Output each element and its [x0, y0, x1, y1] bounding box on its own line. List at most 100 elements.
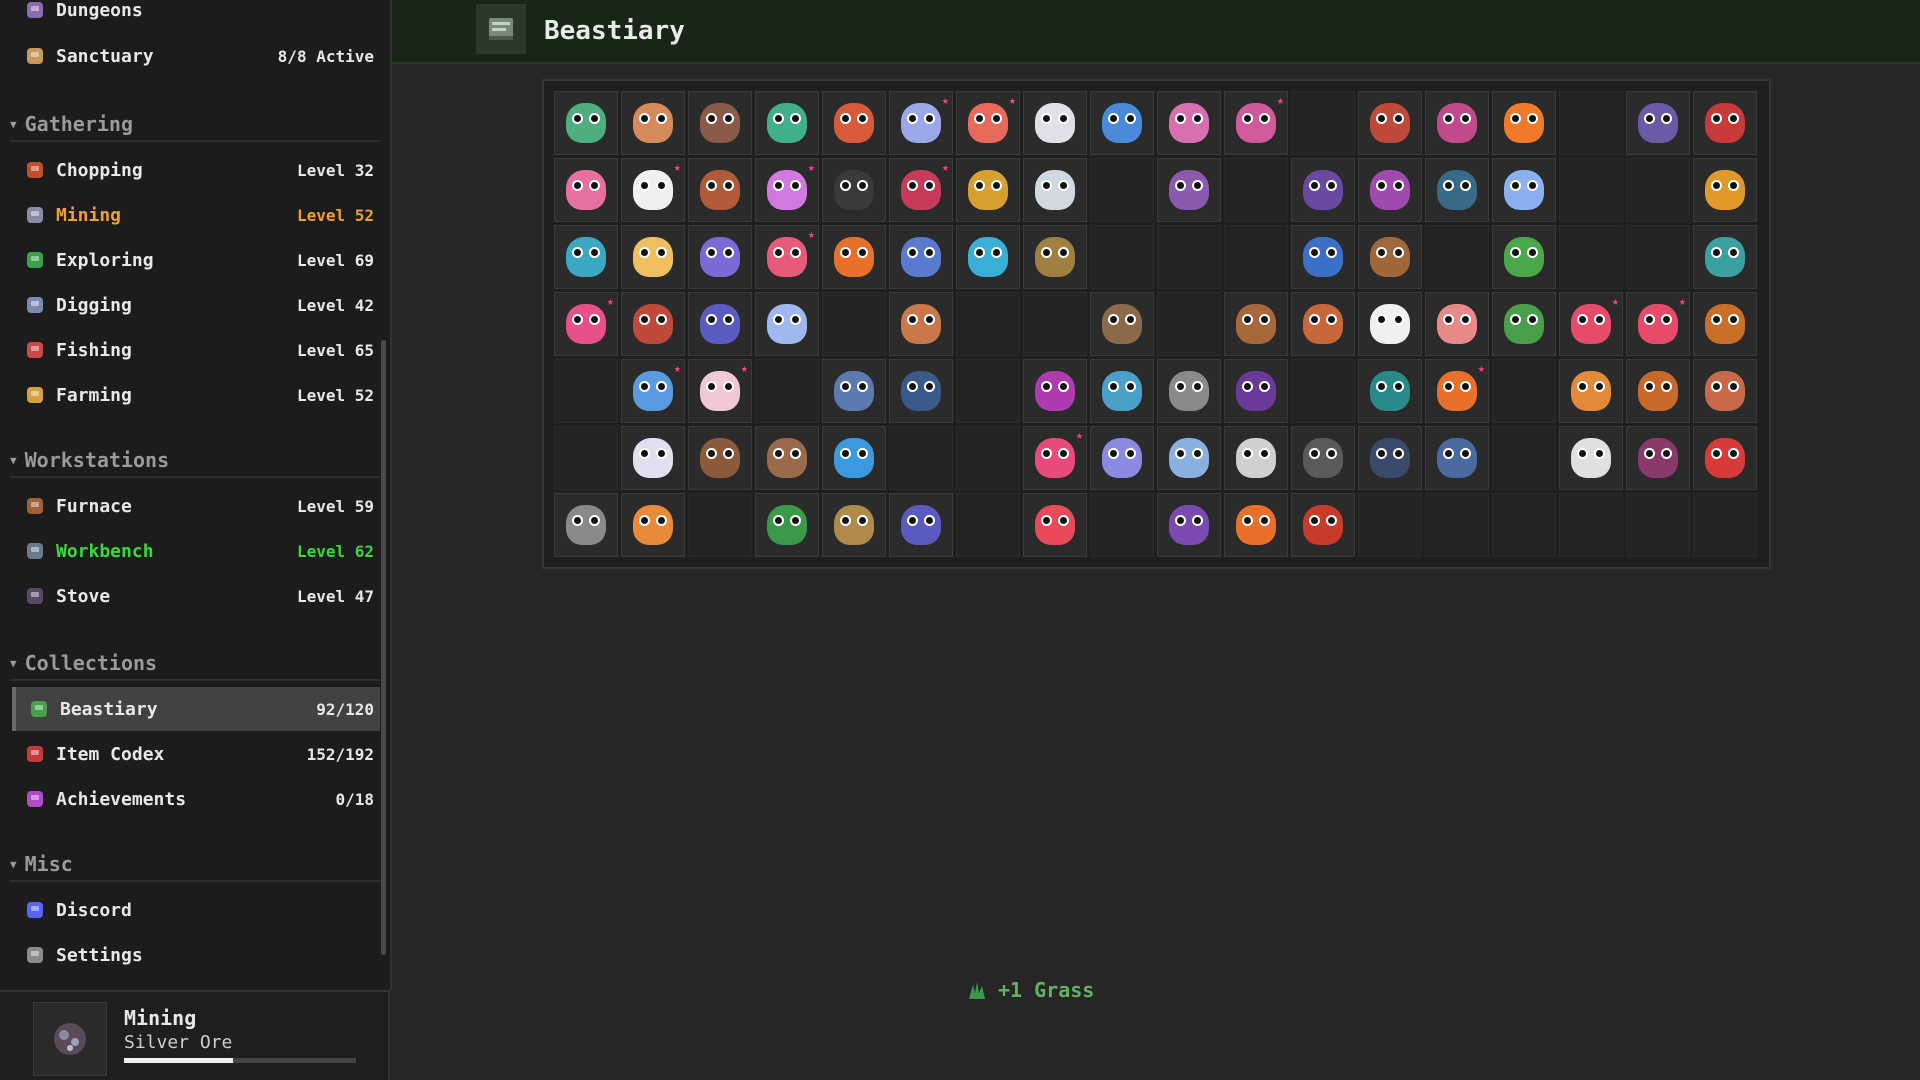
- beast-card[interactable]: [1358, 158, 1422, 222]
- beast-card[interactable]: [1693, 91, 1757, 155]
- beast-card-locked[interactable]: [1559, 158, 1623, 222]
- sidebar-item-achievements[interactable]: Achievements 0/18: [12, 777, 380, 821]
- beast-card-locked[interactable]: [956, 493, 1020, 557]
- beast-card-locked[interactable]: [1425, 225, 1489, 289]
- beast-card[interactable]: [889, 359, 953, 423]
- beast-card[interactable]: [1693, 359, 1757, 423]
- beast-card-locked[interactable]: [1626, 493, 1690, 557]
- beast-card[interactable]: [1626, 359, 1690, 423]
- beast-card[interactable]: [688, 292, 752, 356]
- beast-card[interactable]: [1358, 426, 1422, 490]
- section-header-workstations[interactable]: ▼ Workstations: [10, 444, 380, 478]
- beast-card[interactable]: [1291, 426, 1355, 490]
- beast-card[interactable]: ★: [1626, 292, 1690, 356]
- beast-card-locked[interactable]: [956, 292, 1020, 356]
- beast-card[interactable]: [1090, 292, 1154, 356]
- beast-card[interactable]: [1224, 493, 1288, 557]
- beast-card[interactable]: [1693, 158, 1757, 222]
- beast-card[interactable]: ★: [1023, 426, 1087, 490]
- beast-card-locked[interactable]: [1157, 292, 1221, 356]
- beast-card[interactable]: [1157, 426, 1221, 490]
- sidebar-item-chopping[interactable]: Chopping Level 32: [12, 148, 380, 192]
- beast-card[interactable]: [1023, 91, 1087, 155]
- beast-card[interactable]: [1492, 91, 1556, 155]
- beast-card[interactable]: [1693, 225, 1757, 289]
- beast-card[interactable]: [956, 158, 1020, 222]
- sidebar-item-farming[interactable]: Farming Level 52: [12, 373, 380, 417]
- beast-card[interactable]: [1425, 158, 1489, 222]
- beast-card[interactable]: [1358, 225, 1422, 289]
- beast-card-locked[interactable]: [1492, 493, 1556, 557]
- sidebar-item-workbench[interactable]: Workbench Level 62: [12, 529, 380, 573]
- beast-card-locked[interactable]: [956, 426, 1020, 490]
- beast-card-locked[interactable]: [1224, 158, 1288, 222]
- beast-card[interactable]: [1157, 158, 1221, 222]
- beast-card[interactable]: [688, 426, 752, 490]
- beast-card[interactable]: [621, 493, 685, 557]
- beast-card[interactable]: [1358, 292, 1422, 356]
- beast-card[interactable]: [1023, 158, 1087, 222]
- beast-card-locked[interactable]: [956, 359, 1020, 423]
- beast-card[interactable]: [1090, 91, 1154, 155]
- beast-card-locked[interactable]: [1626, 225, 1690, 289]
- beast-card[interactable]: [621, 426, 685, 490]
- beast-card[interactable]: ★: [688, 359, 752, 423]
- beast-card[interactable]: [1023, 359, 1087, 423]
- sidebar-item-discord[interactable]: Discord: [12, 888, 380, 932]
- beast-card-locked[interactable]: [1291, 359, 1355, 423]
- sidebar-item-item-codex[interactable]: Item Codex 152/192: [12, 732, 380, 776]
- beast-card[interactable]: [621, 225, 685, 289]
- beast-card[interactable]: ★: [1425, 359, 1489, 423]
- beast-card[interactable]: [889, 493, 953, 557]
- beast-card-locked[interactable]: [554, 426, 618, 490]
- beast-card[interactable]: [621, 91, 685, 155]
- beast-card[interactable]: [822, 91, 886, 155]
- beast-card-locked[interactable]: [1693, 493, 1757, 557]
- beast-card[interactable]: [1358, 91, 1422, 155]
- beast-card-locked[interactable]: [1492, 359, 1556, 423]
- beast-card[interactable]: [1157, 91, 1221, 155]
- beast-card[interactable]: [822, 426, 886, 490]
- beast-card[interactable]: ★: [621, 359, 685, 423]
- beast-card-locked[interactable]: [889, 426, 953, 490]
- beast-card[interactable]: [554, 91, 618, 155]
- beast-card[interactable]: ★: [755, 158, 819, 222]
- beast-card[interactable]: [1425, 91, 1489, 155]
- beast-card[interactable]: [1425, 426, 1489, 490]
- beast-card[interactable]: [822, 359, 886, 423]
- beast-card[interactable]: [822, 493, 886, 557]
- beast-card[interactable]: [1559, 359, 1623, 423]
- beast-card[interactable]: [621, 292, 685, 356]
- beast-card-locked[interactable]: [1492, 426, 1556, 490]
- beast-card[interactable]: [1157, 493, 1221, 557]
- beast-card[interactable]: ★: [1224, 91, 1288, 155]
- beast-card[interactable]: [1157, 359, 1221, 423]
- collapse-triangle-icon[interactable]: ▼: [10, 454, 17, 467]
- sidebar-item-sanctuary[interactable]: Sanctuary 8/8 Active: [12, 34, 380, 78]
- beast-card[interactable]: ★: [1559, 292, 1623, 356]
- beast-card-locked[interactable]: [1358, 493, 1422, 557]
- beast-card[interactable]: [1626, 91, 1690, 155]
- beast-card[interactable]: [1693, 292, 1757, 356]
- sidebar-item-dungeons[interactable]: Dungeons: [12, 0, 380, 32]
- beast-card[interactable]: [1090, 359, 1154, 423]
- beast-card[interactable]: [755, 292, 819, 356]
- sidebar-item-fishing[interactable]: Fishing Level 65: [12, 328, 380, 372]
- beast-card[interactable]: [1023, 493, 1087, 557]
- beast-card[interactable]: [755, 91, 819, 155]
- beast-card[interactable]: [688, 158, 752, 222]
- beast-card-locked[interactable]: [688, 493, 752, 557]
- beast-card[interactable]: [554, 158, 618, 222]
- beast-card[interactable]: [822, 158, 886, 222]
- beast-card[interactable]: ★: [554, 292, 618, 356]
- beast-card-locked[interactable]: [554, 359, 618, 423]
- beast-card[interactable]: [1358, 359, 1422, 423]
- collapse-triangle-icon[interactable]: ▼: [10, 118, 17, 131]
- beast-card[interactable]: ★: [621, 158, 685, 222]
- beast-card[interactable]: [1023, 225, 1087, 289]
- beast-card[interactable]: [554, 493, 618, 557]
- beast-card[interactable]: [1090, 426, 1154, 490]
- beast-card[interactable]: [1559, 426, 1623, 490]
- beast-card[interactable]: [1224, 426, 1288, 490]
- sidebar-item-furnace[interactable]: Furnace Level 59: [12, 484, 380, 528]
